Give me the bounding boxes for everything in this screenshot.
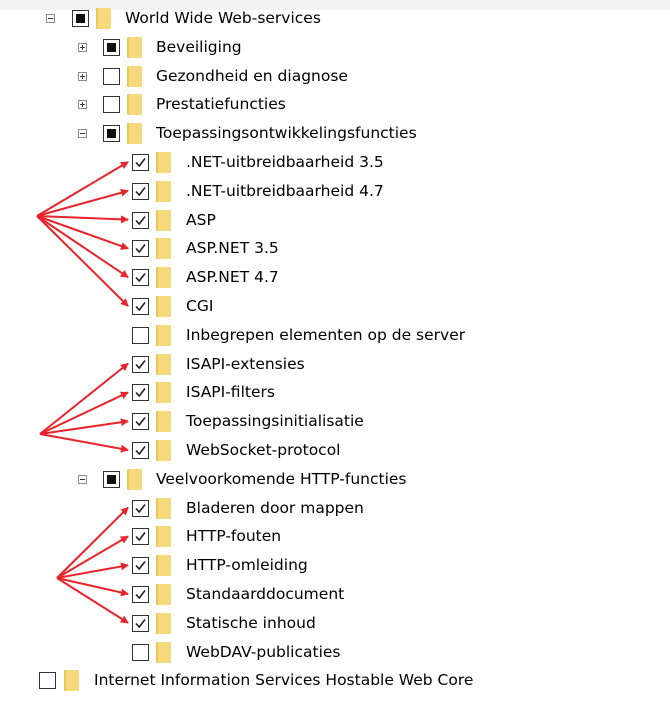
annotation-arrow	[36, 161, 129, 217]
annotation-arrows	[36, 161, 129, 624]
annotation-arrow	[36, 215, 129, 250]
annotation-arrow	[36, 188, 129, 217]
annotation-arrow	[56, 577, 129, 597]
annotation-arrow	[36, 215, 129, 279]
annotation-arrow	[39, 433, 129, 453]
annotation-arrow	[36, 215, 129, 307]
annotation-arrow	[56, 577, 129, 624]
annotation-arrow	[36, 215, 129, 224]
